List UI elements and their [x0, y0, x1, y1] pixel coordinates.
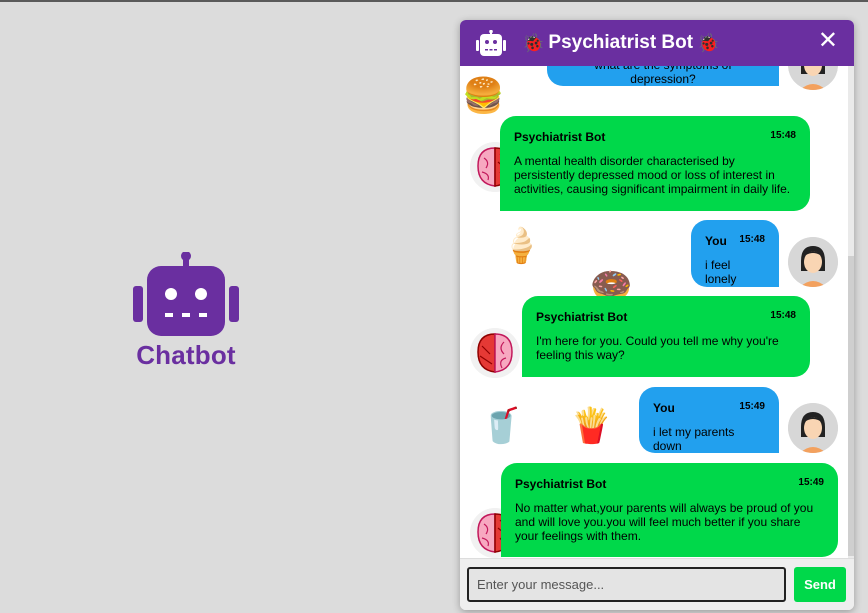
message-scrollbar[interactable]	[848, 66, 854, 558]
message-meta: Psychiatrist Bot 15:48	[514, 130, 796, 144]
message-time: 15:48	[739, 234, 765, 245]
drink-doodle-icon: 🥤	[480, 407, 523, 445]
message-bubble-user: what are the symptoms of depression?	[547, 66, 779, 86]
brand-label: Chatbot	[136, 340, 236, 370]
message-time: 15:48	[770, 130, 796, 141]
message-list[interactable]: 🍔 🍦 🍩 🥤 🍟 🍩 what are the symptoms of dep…	[460, 66, 848, 558]
message-sender: You	[705, 234, 727, 248]
message-text: what are the symptoms of depression?	[594, 66, 731, 86]
message-bubble-bot: Psychiatrist Bot 15:48 A mental health d…	[500, 116, 810, 211]
ice-cream-doodle-icon: 🍦	[500, 227, 543, 265]
message-bubble-bot: Psychiatrist Bot 15:49 No matter what,yo…	[501, 463, 838, 557]
message-meta: You 15:49	[653, 401, 765, 415]
message-sender: Psychiatrist Bot	[514, 130, 606, 144]
message-sender: Psychiatrist Bot	[515, 477, 607, 491]
message-text: I'm here for you. Could you tell me why …	[536, 334, 779, 362]
message-bubble-user: You 15:48 i feel lonely	[691, 220, 779, 287]
robot-icon	[133, 252, 239, 336]
message-sender: You	[653, 401, 675, 415]
message-time: 15:49	[798, 477, 824, 488]
message-sender: Psychiatrist Bot	[536, 310, 628, 324]
burger-doodle-icon: 🍔	[462, 77, 505, 115]
user-avatar	[788, 66, 838, 90]
message-time: 15:48	[770, 310, 796, 321]
message-input[interactable]	[467, 567, 786, 602]
send-button[interactable]: Send	[794, 567, 846, 602]
bot-avatar	[470, 328, 520, 378]
fries-doodle-icon: 🍟	[570, 407, 613, 445]
bug-icon: 🐞	[522, 32, 545, 53]
message-bubble-bot: Psychiatrist Bot 15:48 I'm here for you.…	[522, 296, 810, 377]
message-meta: You 15:48	[705, 234, 765, 248]
chat-window: 🐞 Psychiatrist Bot 🐞 ✕ 🍔 🍦 🍩 🥤 🍟 🍩 what …	[460, 20, 854, 610]
robot-icon	[476, 30, 506, 56]
message-meta: Psychiatrist Bot 15:49	[515, 477, 824, 491]
scrollbar-thumb[interactable]	[848, 256, 854, 556]
message-text: i feel lonely	[705, 258, 737, 286]
message-meta: Psychiatrist Bot 15:48	[536, 310, 796, 324]
chat-title: 🐞 Psychiatrist Bot 🐞	[522, 32, 720, 54]
bug-icon: 🐞	[697, 32, 720, 53]
message-text: i let my parents down	[653, 425, 735, 453]
message-text: No matter what,your parents will always …	[515, 501, 814, 543]
brand: Chatbot	[132, 252, 240, 371]
close-button[interactable]: ✕	[818, 29, 838, 53]
user-avatar	[788, 403, 838, 453]
message-input-bar: Send	[460, 558, 854, 610]
user-avatar	[788, 237, 838, 287]
chat-header: 🐞 Psychiatrist Bot 🐞 ✕	[460, 20, 854, 66]
message-bubble-user: You 15:49 i let my parents down	[639, 387, 779, 453]
message-time: 15:49	[739, 401, 765, 412]
chat-title-text: Psychiatrist Bot	[548, 32, 694, 53]
message-text: A mental health disorder characterised b…	[514, 154, 791, 196]
